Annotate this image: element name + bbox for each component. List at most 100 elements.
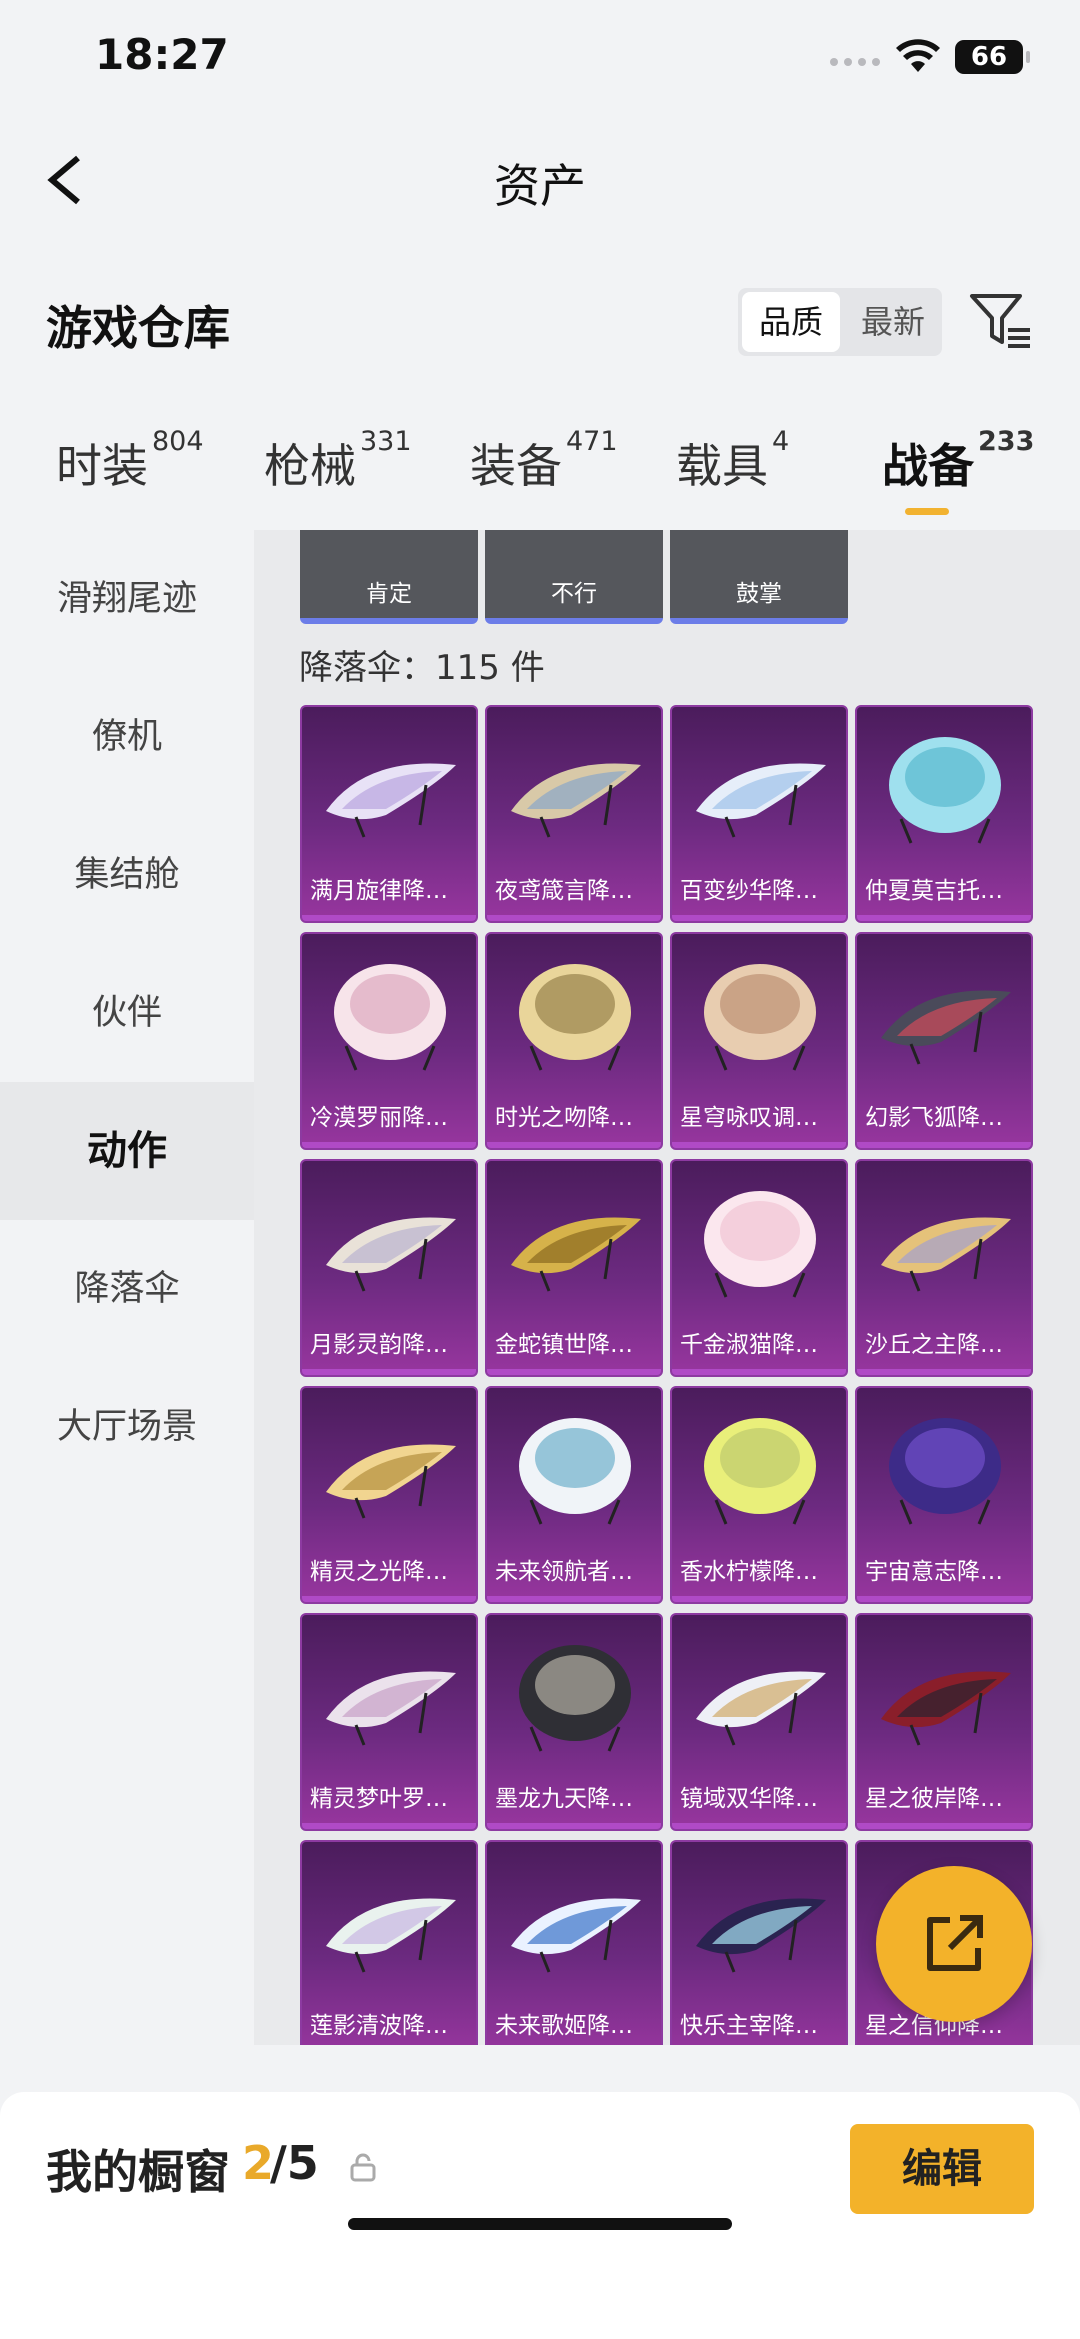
- item-card[interactable]: 月影灵韵降落伞: [300, 1159, 478, 1377]
- parachute-image: [881, 990, 1011, 1065]
- parachute-image: [326, 1444, 456, 1519]
- sort-quality-button[interactable]: 品质: [742, 292, 840, 352]
- sidebar-item-wingman[interactable]: 僚机: [0, 668, 254, 806]
- emote-card[interactable]: 不行: [485, 530, 663, 624]
- category-tabs: 时装 804 枪械 331 装备 471 载具 4 战备 233: [0, 426, 1080, 530]
- item-card[interactable]: 千金淑猫降落伞: [670, 1159, 848, 1377]
- parachute-image: [704, 964, 816, 1071]
- item-card[interactable]: 精灵之光降落伞: [300, 1386, 478, 1604]
- parachute-image: [696, 763, 826, 838]
- item-card[interactable]: 冷漠罗丽降落伞: [300, 932, 478, 1150]
- item-name: 宇宙意志降落伞: [865, 1559, 1025, 1585]
- item-name: 仲夏莫吉托降落伞: [865, 878, 1025, 904]
- tab-preparation[interactable]: 战备 233: [882, 426, 1034, 496]
- status-time: 18:27: [95, 30, 229, 79]
- parachute-image: [881, 1217, 1011, 1292]
- parachute-image: [519, 1645, 631, 1752]
- page-title: 资产: [494, 159, 586, 213]
- parachute-image: [704, 1191, 816, 1298]
- item-card[interactable]: 幻影飞狐降落伞: [855, 932, 1033, 1150]
- share-button[interactable]: [876, 1866, 1032, 2022]
- signal-icon: [830, 58, 880, 66]
- parachute-image: [326, 1217, 456, 1292]
- item-card[interactable]: 仲夏莫吉托降落伞: [855, 705, 1033, 923]
- sidebar-item-actions[interactable]: 动作: [0, 1082, 254, 1220]
- item-name: 冷漠罗丽降落伞: [310, 1105, 470, 1131]
- item-name: 百变纱华降落伞: [680, 878, 840, 904]
- sidebar-item-companion[interactable]: 伙伴: [0, 944, 254, 1082]
- showcase-title: 我的橱窗: [46, 2145, 230, 2199]
- item-name: 未来歌姬降落伞: [495, 2013, 655, 2039]
- item-card[interactable]: 快乐主宰降落伞: [670, 1840, 848, 2045]
- item-list[interactable]: 肯定 不行 鼓掌 降落伞：115 件 满月旋律降落伞 夜鸢箴言降落伞 百变纱华降落伞…: [254, 530, 1080, 2045]
- item-card[interactable]: 莲影清波降落伞: [300, 1840, 478, 2045]
- emote-card[interactable]: 鼓掌: [670, 530, 848, 624]
- tab-equipment[interactable]: 装备 471: [470, 426, 618, 496]
- item-name: 未来领航者降落伞: [495, 1559, 655, 1585]
- tab-indicator: [905, 508, 949, 515]
- parachute-image: [889, 737, 1001, 844]
- parachute-image: [511, 763, 641, 838]
- item-name: 月影灵韵降落伞: [310, 1332, 470, 1358]
- parachute-image: [334, 964, 446, 1071]
- parachute-image: [881, 1671, 1011, 1746]
- item-card[interactable]: 满月旋律降落伞: [300, 705, 478, 923]
- item-name: 莲影清波降落伞: [310, 2013, 470, 2039]
- sort-latest-button[interactable]: 最新: [844, 288, 942, 356]
- item-card[interactable]: 精灵梦叶罗降落伞: [300, 1613, 478, 1831]
- item-card[interactable]: 时光之吻降落伞: [485, 932, 663, 1150]
- section-title: 游戏仓库: [46, 301, 230, 355]
- parachute-image: [519, 1418, 631, 1525]
- item-card[interactable]: 百变纱华降落伞: [670, 705, 848, 923]
- filter-icon[interactable]: [968, 290, 1032, 354]
- parachute-image: [889, 1418, 1001, 1525]
- parachute-image: [704, 1418, 816, 1525]
- item-card[interactable]: 星之彼岸降落伞: [855, 1613, 1033, 1831]
- emote-card[interactable]: 肯定: [300, 530, 478, 624]
- sidebar-item-pod[interactable]: 集结舱: [0, 806, 254, 944]
- item-name: 金蛇镇世降落伞: [495, 1332, 655, 1358]
- item-card[interactable]: 夜鸢箴言降落伞: [485, 705, 663, 923]
- home-indicator: [348, 2218, 732, 2230]
- item-name: 墨龙九天降落伞: [495, 1786, 655, 1812]
- parachute-image: [696, 1898, 826, 1973]
- item-name: 星之彼岸降落伞: [865, 1786, 1025, 1812]
- item-card[interactable]: 沙丘之主降落伞: [855, 1159, 1033, 1377]
- parachute-image: [326, 1671, 456, 1746]
- item-name: 镜域双华降落伞: [680, 1786, 840, 1812]
- item-card[interactable]: 墨龙九天降落伞: [485, 1613, 663, 1831]
- item-name: 满月旋律降落伞: [310, 878, 470, 904]
- item-name: 幻影飞狐降落伞: [865, 1105, 1025, 1131]
- item-card[interactable]: 未来领航者降落伞: [485, 1386, 663, 1604]
- item-name: 夜鸢箴言降落伞: [495, 878, 655, 904]
- edit-button[interactable]: 编辑: [850, 2124, 1034, 2214]
- tab-vehicles[interactable]: 载具 4: [676, 426, 789, 496]
- sidebar-item-glide-trail[interactable]: 滑翔尾迹: [0, 530, 254, 668]
- parachute-image: [696, 1671, 826, 1746]
- item-name: 沙丘之主降落伞: [865, 1332, 1025, 1358]
- item-name: 星穹咏叹调降落伞: [680, 1105, 840, 1131]
- lock-icon: [350, 2153, 376, 2182]
- item-name: 快乐主宰降落伞: [680, 2013, 840, 2039]
- group-label: 降落伞：115 件: [299, 648, 545, 688]
- battery-icon: 66: [955, 40, 1030, 74]
- item-card[interactable]: 宇宙意志降落伞: [855, 1386, 1033, 1604]
- item-name: 精灵梦叶罗降落伞: [310, 1786, 470, 1812]
- parachute-image: [326, 763, 456, 838]
- nav-bar: 资产: [0, 130, 1080, 230]
- item-card[interactable]: 镜域双华降落伞: [670, 1613, 848, 1831]
- parachute-image: [511, 1217, 641, 1292]
- share-icon: [927, 1915, 983, 1971]
- tab-fashion[interactable]: 时装 804: [56, 426, 204, 496]
- wifi-icon: [896, 39, 940, 72]
- sidebar-item-parachute[interactable]: 降落伞: [0, 1220, 254, 1358]
- item-card[interactable]: 未来歌姬降落伞: [485, 1840, 663, 2045]
- status-bar: 18:27 66: [0, 0, 1080, 120]
- item-card[interactable]: 星穹咏叹调降落伞: [670, 932, 848, 1150]
- item-card[interactable]: 香水柠檬降落伞: [670, 1386, 848, 1604]
- showcase-total: /5: [270, 2136, 319, 2190]
- item-name: 时光之吻降落伞: [495, 1105, 655, 1131]
- sidebar-item-lobby[interactable]: 大厅场景: [0, 1358, 254, 1496]
- tab-firearms[interactable]: 枪械 331: [264, 426, 412, 496]
- item-card[interactable]: 金蛇镇世降落伞: [485, 1159, 663, 1377]
